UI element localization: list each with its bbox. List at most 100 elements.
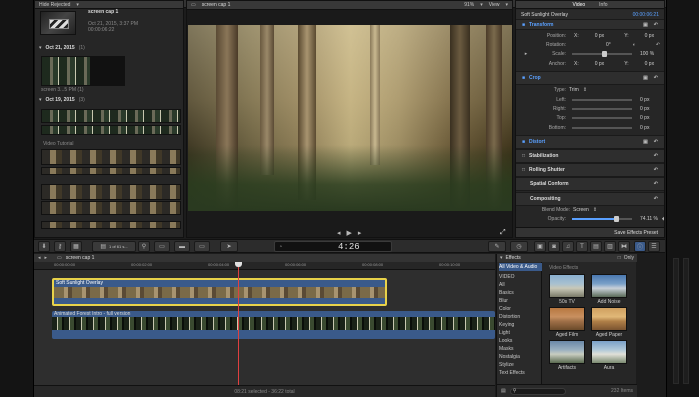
reset-icon[interactable]: ↶ — [654, 153, 658, 159]
checkbox-icon[interactable]: □ — [522, 153, 525, 159]
clip-thumbnail[interactable] — [40, 11, 76, 35]
view-popup[interactable]: View — [489, 2, 500, 8]
section-compositing[interactable]: Compositing ↶ — [516, 192, 664, 206]
settings-button[interactable]: ☰ — [648, 241, 660, 252]
chevron-down-icon[interactable]: ⇕ — [583, 87, 587, 93]
reset-icon[interactable]: ↶ — [654, 139, 658, 145]
slider-knob[interactable] — [602, 50, 607, 57]
timeline-ruler[interactable]: 00:00:00:00 00:00:02:00 00:00:04:00 00:0… — [34, 262, 495, 270]
blend-mode-popup[interactable]: Screen — [573, 207, 589, 213]
effect-tile-add-noise[interactable] — [591, 274, 627, 298]
onscreen-controls-icon[interactable]: ▣ — [643, 22, 648, 28]
search-button[interactable]: ⚲ — [138, 241, 150, 252]
reset-icon[interactable]: ↶ — [654, 167, 658, 173]
clip-thumbnail[interactable] — [41, 56, 91, 86]
scale-field[interactable]: 100 % — [640, 51, 654, 57]
chevron-down-icon[interactable]: ▾ — [76, 2, 79, 8]
reset-icon[interactable]: ↶ — [654, 75, 658, 81]
keyframe-icon[interactable]: ◆ — [662, 216, 664, 222]
checkbox-icon[interactable]: ■ — [522, 139, 525, 145]
crop-top-slider[interactable] — [572, 116, 632, 119]
section-rolling-shutter[interactable]: □ Rolling Shutter ↶ — [516, 163, 664, 177]
anchor-x-field[interactable]: 0 px — [595, 61, 604, 67]
crop-right-slider[interactable] — [572, 107, 632, 110]
chevron-down-icon[interactable]: ⇕ — [593, 207, 597, 213]
effect-tile-aged-film[interactable] — [549, 307, 585, 331]
primary-storyline-clip[interactable]: Animated Forest Intro - full version — [52, 311, 495, 339]
clip-thumbnail[interactable] — [91, 56, 125, 86]
position-x-field[interactable]: 0 px — [595, 33, 604, 39]
fullscreen-icon[interactable]: ⤢ — [500, 229, 506, 237]
disclosure-triangle-icon[interactable]: ▾ — [39, 45, 42, 51]
effects-search-field[interactable]: ⚲ — [509, 387, 566, 395]
checkbox-icon[interactable]: □ — [522, 167, 525, 173]
chevron-down-icon[interactable]: ▾ — [480, 2, 483, 8]
date-group-header[interactable]: ▾ Oct 21, 2015 (1) — [39, 45, 85, 51]
section-stabilization[interactable]: □ Stabilization ↶ — [516, 149, 664, 163]
background-task-icon[interactable]: ◔ — [279, 244, 282, 250]
previous-frame-icon[interactable]: ◂ — [337, 229, 341, 237]
playhead-handle[interactable] — [235, 262, 242, 267]
category-distortion[interactable]: Distortion — [499, 313, 520, 321]
onscreen-controls-icon[interactable]: ▣ — [643, 139, 648, 145]
category-keying[interactable]: Keying — [499, 321, 514, 329]
append-button[interactable]: ▬ — [174, 241, 190, 252]
section-transform[interactable]: ■ Transform ▣ ↶ — [516, 19, 664, 30]
tab-info[interactable]: Info — [599, 2, 607, 8]
crop-right-field[interactable]: 0 px — [640, 106, 649, 112]
category-light[interactable]: Light — [499, 329, 510, 337]
effects-browser-button[interactable]: ▣ — [534, 241, 546, 252]
effect-tile-50s-tv[interactable] — [549, 274, 585, 298]
titles-browser-button[interactable]: T — [576, 241, 588, 252]
rotation-dial-icon[interactable]: ◐ — [633, 42, 636, 48]
disclosure-triangle-icon[interactable]: ▾ — [39, 97, 42, 103]
clip-filmstrip[interactable] — [41, 109, 181, 123]
clip-filmstrip[interactable] — [41, 201, 181, 215]
checkbox-icon[interactable]: ■ — [522, 22, 525, 28]
opacity-field[interactable]: 74.11 % — [640, 216, 658, 222]
overwrite-button[interactable]: ▭ — [194, 241, 210, 252]
category-masks[interactable]: Masks — [499, 345, 513, 353]
tool-select-button[interactable]: ➤ — [220, 241, 238, 252]
category-text-effects[interactable]: Text Effects — [499, 369, 525, 377]
section-spatial-conform[interactable]: Spatial Conform ↶ — [516, 177, 664, 191]
keywords-button[interactable]: ⚷ — [54, 241, 66, 252]
section-distort[interactable]: ■ Distort ▣ ↶ — [516, 135, 664, 149]
save-effects-preset-button[interactable]: Save Effects Preset — [614, 230, 658, 236]
chevron-down-icon[interactable]: ▾ — [505, 2, 508, 8]
category-all-video-audio[interactable]: All Video & Audio — [499, 263, 542, 271]
video-frame[interactable] — [188, 25, 512, 211]
inspector-toggle-button[interactable]: ⓘ — [634, 241, 646, 252]
browser-toggle-button[interactable]: ▦ — [70, 241, 82, 252]
zoom-popup[interactable]: 91% — [464, 2, 474, 8]
transitions-browser-button[interactable]: ⧓ — [618, 241, 630, 252]
clip-filmstrip[interactable] — [41, 149, 181, 165]
clip-filmstrip[interactable] — [41, 184, 181, 200]
crop-top-field[interactable]: 0 px — [640, 115, 649, 121]
effect-tile-artifacts[interactable] — [549, 340, 585, 364]
onscreen-controls-icon[interactable]: ▣ — [643, 75, 648, 81]
effect-tile-aura[interactable] — [591, 340, 627, 364]
clip-filmstrip[interactable] — [41, 167, 181, 175]
crop-bottom-field[interactable]: 0 px — [640, 125, 649, 131]
rotation-field[interactable]: 0° — [606, 42, 611, 48]
clip-filmstrip[interactable] — [41, 125, 181, 135]
sidebar-toggle-icon[interactable]: ▤ — [501, 388, 506, 394]
edit-mode-button[interactable]: ▭ — [154, 241, 170, 252]
crop-bottom-slider[interactable] — [572, 126, 632, 129]
disclosure-triangle-icon[interactable]: ▸ — [516, 51, 536, 57]
crop-left-field[interactable]: 0 px — [640, 97, 649, 103]
crop-left-slider[interactable] — [572, 98, 632, 101]
reset-icon[interactable]: ↶ — [654, 196, 658, 202]
music-browser-button[interactable]: ♫ — [562, 241, 574, 252]
connected-clip[interactable]: Soft Sunlight Overlay — [52, 278, 387, 306]
slider-knob[interactable] — [614, 215, 619, 222]
crop-type-popup[interactable]: Trim — [569, 87, 579, 93]
category-looks[interactable]: Looks — [499, 337, 512, 345]
clip-filmstrip[interactable] — [41, 221, 181, 229]
next-frame-icon[interactable]: ▸ — [358, 229, 362, 237]
timecode-display[interactable]: 4:26 — [338, 242, 360, 252]
checkbox-icon[interactable]: ■ — [522, 75, 525, 81]
category-blur[interactable]: Blur — [499, 297, 508, 305]
play-icon[interactable]: ▶ — [347, 229, 352, 237]
